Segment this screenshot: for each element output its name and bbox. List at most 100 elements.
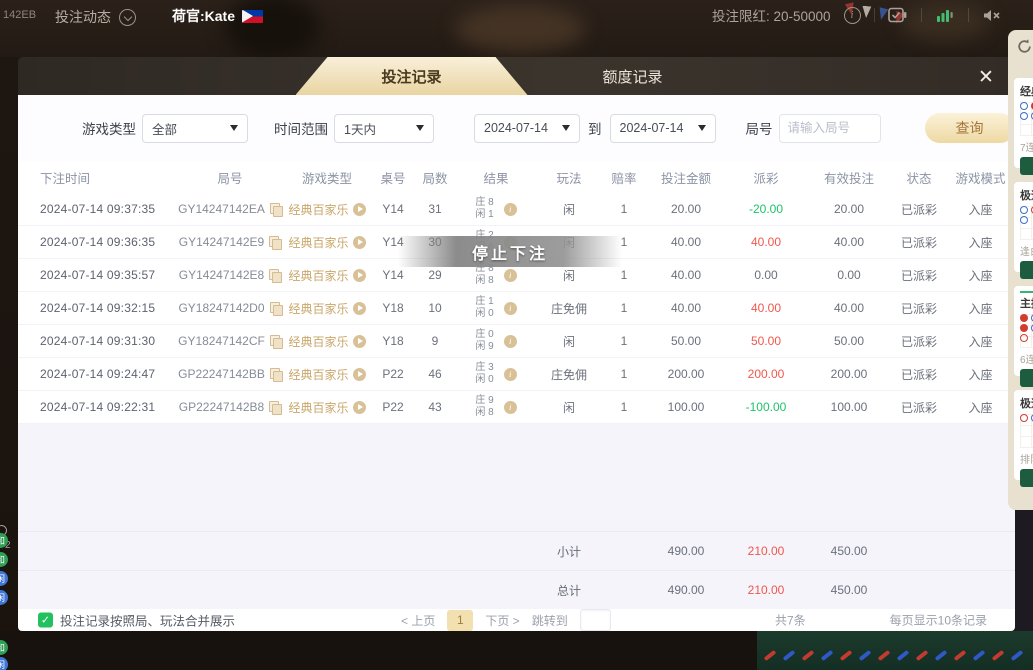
result-info-icon[interactable]: i	[504, 302, 517, 315]
merge-checkbox-group[interactable]: ✓ 投注记录按照局、玩法合并展示	[38, 611, 235, 630]
column-header: 状态	[892, 168, 946, 187]
checkbox-checked-icon[interactable]: ✓	[38, 613, 53, 628]
copy-icon[interactable]	[269, 269, 281, 282]
result-cell: 庄 0闲 9i	[456, 329, 536, 354]
copy-icon[interactable]	[270, 203, 282, 216]
copy-icon[interactable]	[270, 335, 282, 348]
subtotal-label: 小计	[536, 543, 602, 560]
top-bar: 142EB 投注动态 荷官:Kate 投注限红: 20-50000 i	[0, 0, 1033, 30]
round-id: GY18247142CF	[178, 334, 265, 348]
column-header: 桌号	[372, 168, 414, 187]
round-count: 10	[414, 301, 456, 315]
roadmap-card-3[interactable]: 极速排队	[1014, 390, 1033, 480]
copy-icon[interactable]	[269, 401, 281, 414]
copy-icon[interactable]	[270, 302, 282, 315]
result-info-icon[interactable]: i	[504, 203, 517, 216]
table-header-row: 下注时间局号游戏类型桌号局数结果玩法赔率投注金额派彩有效投注状态游戏模式	[18, 161, 1015, 193]
tab-label: 投注记录	[381, 66, 441, 87]
bet-dynamics[interactable]: 投注动态	[55, 7, 136, 27]
replay-icon[interactable]	[353, 335, 366, 348]
round-label: 局号	[746, 118, 773, 138]
date-to-select[interactable]: 2024-07-14	[610, 114, 716, 143]
replay-icon[interactable]	[353, 302, 366, 315]
limit-info-icon[interactable]: i	[844, 7, 861, 24]
game-type: 经典百家乐	[288, 267, 348, 284]
bead-row	[1020, 102, 1033, 110]
next-page-button[interactable]: 下页 >	[485, 612, 519, 629]
column-header: 游戏类型	[282, 168, 372, 187]
banker-score: 庄 3	[475, 362, 493, 375]
table-no: Y18	[372, 334, 414, 348]
copy-icon[interactable]	[269, 236, 281, 249]
close-icon[interactable]: ✕	[973, 64, 999, 90]
game-mode: 入座	[946, 333, 1015, 350]
round-id-cell: GP22247142BB	[178, 367, 282, 381]
play-type: 闲	[536, 267, 602, 284]
roadmap-note: 排队	[1020, 451, 1033, 466]
bead-row	[1020, 112, 1033, 120]
tab-betting-records[interactable]: 投注记录	[296, 57, 528, 95]
divider	[921, 8, 922, 22]
status: 已派彩	[892, 300, 946, 317]
table-no: P22	[372, 400, 414, 414]
roadmap-card-0[interactable]: 经典7连	[1014, 78, 1033, 168]
column-header: 局数	[414, 168, 456, 187]
replay-icon[interactable]	[353, 203, 366, 216]
prev-page-button[interactable]: < 上页	[401, 612, 435, 629]
enter-table-button[interactable]	[1020, 157, 1033, 175]
replay-icon[interactable]	[353, 368, 366, 381]
roadmap-card-1[interactable]: 极速逢白	[1014, 182, 1033, 272]
jump-page-input[interactable]	[580, 609, 611, 631]
bead-row	[1020, 216, 1033, 224]
total-payout: 210.00	[726, 583, 806, 597]
roadmap-note: 7连	[1020, 139, 1033, 154]
copy-icon[interactable]	[270, 368, 282, 381]
result-info-icon[interactable]: i	[504, 335, 517, 348]
date-from-select[interactable]: 2024-07-14	[474, 114, 580, 143]
replay-icon[interactable]	[353, 269, 366, 282]
jump-label: 跳转到	[532, 612, 568, 629]
chevron-down-icon[interactable]	[119, 9, 136, 26]
bet-limit: 投注限红: 20-50000	[712, 5, 831, 25]
enter-table-button[interactable]	[1020, 369, 1033, 387]
divider	[968, 8, 969, 22]
banker-score: 庄 1	[475, 296, 493, 309]
bet-amount: 40.00	[646, 268, 726, 282]
lobby-sidebar: 经典7连极速逢白主播6连极速排队	[1008, 30, 1033, 510]
round-id: GP22247142BB	[178, 367, 265, 381]
enter-table-button[interactable]	[1020, 261, 1033, 279]
bead-road	[1020, 206, 1033, 240]
video-toggle-icon[interactable]	[888, 5, 908, 25]
query-button[interactable]: 查询	[925, 113, 1015, 143]
bet-amount: 20.00	[646, 202, 726, 216]
game-type-select[interactable]: 全部	[142, 114, 248, 143]
table-body: 2024-07-14 09:37:35GY14247142EA经典百家乐Y143…	[18, 193, 1015, 424]
bet-amount: 50.00	[646, 334, 726, 348]
result-info-icon[interactable]: i	[504, 269, 517, 282]
time-range-select[interactable]: 1天内	[334, 114, 434, 143]
speaker-muted-icon[interactable]	[982, 5, 1002, 25]
subtotal-row: 小计 490.00 210.00 450.00	[18, 531, 1015, 570]
bead-road	[1020, 314, 1033, 348]
odds: 1	[602, 202, 646, 216]
table-felt	[757, 631, 1033, 670]
bead-icon	[1020, 216, 1028, 224]
replay-icon[interactable]	[353, 401, 366, 414]
payout: 40.00	[726, 301, 806, 315]
banker-score: 庄 9	[475, 395, 493, 408]
roadmap-card-2[interactable]: 主播6连	[1014, 286, 1033, 376]
refresh-icon[interactable]	[1016, 38, 1033, 55]
game-mode: 入座	[946, 234, 1015, 251]
round-input[interactable]	[779, 114, 881, 143]
replay-icon[interactable]	[353, 236, 366, 249]
game-type: 经典百家乐	[288, 333, 348, 350]
current-page-button[interactable]: 1	[447, 610, 473, 631]
bead-icon	[1020, 324, 1028, 332]
signal-quality-icon[interactable]	[935, 5, 955, 25]
bead-row	[1020, 334, 1033, 342]
result-info-icon[interactable]: i	[504, 368, 517, 381]
enter-table-button[interactable]	[1020, 469, 1033, 487]
tab-quota-records[interactable]: 额度记录	[528, 57, 738, 95]
result-info-icon[interactable]: i	[504, 401, 517, 414]
round-count: 31	[414, 202, 456, 216]
